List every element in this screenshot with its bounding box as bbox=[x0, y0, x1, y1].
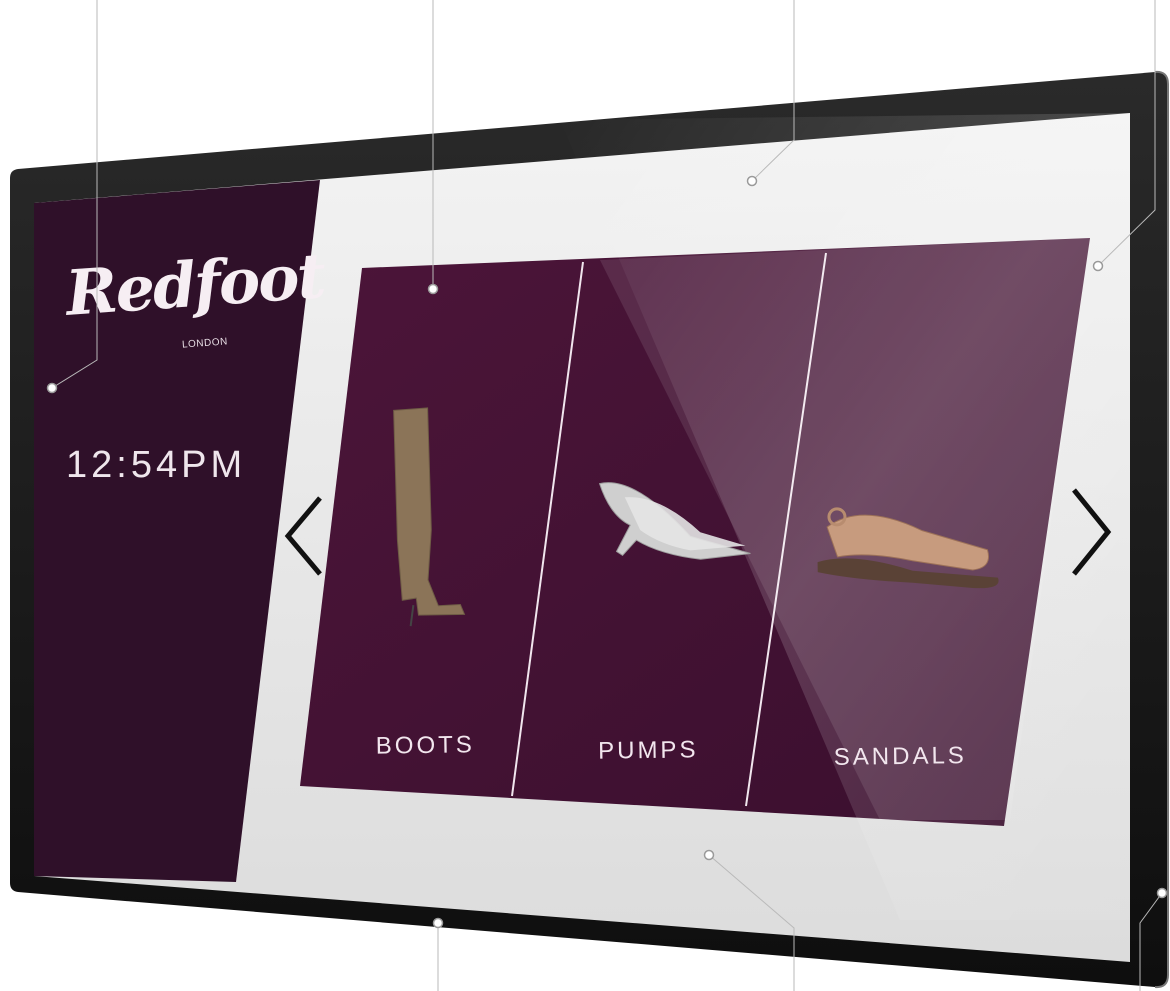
category-tile-pumps[interactable]: PUMPS bbox=[538, 404, 753, 767]
category-tile-sandals[interactable]: SANDALS bbox=[790, 410, 1005, 773]
carousel-next-button[interactable] bbox=[1060, 480, 1120, 580]
category-label: BOOTS bbox=[375, 731, 475, 760]
category-tile-boots[interactable]: BOOTS bbox=[315, 399, 530, 762]
brand-logo: Redfoot bbox=[63, 239, 327, 330]
chevron-right-icon bbox=[1072, 488, 1112, 576]
category-label: SANDALS bbox=[833, 742, 968, 771]
clock-time: 12:54PM bbox=[66, 444, 247, 486]
chevron-left-icon bbox=[284, 496, 322, 576]
carousel-prev-button[interactable] bbox=[274, 488, 334, 588]
pump-shoe-icon bbox=[598, 482, 751, 560]
boot-icon bbox=[393, 407, 466, 627]
sandal-icon bbox=[817, 507, 999, 589]
category-label: PUMPS bbox=[597, 736, 699, 765]
